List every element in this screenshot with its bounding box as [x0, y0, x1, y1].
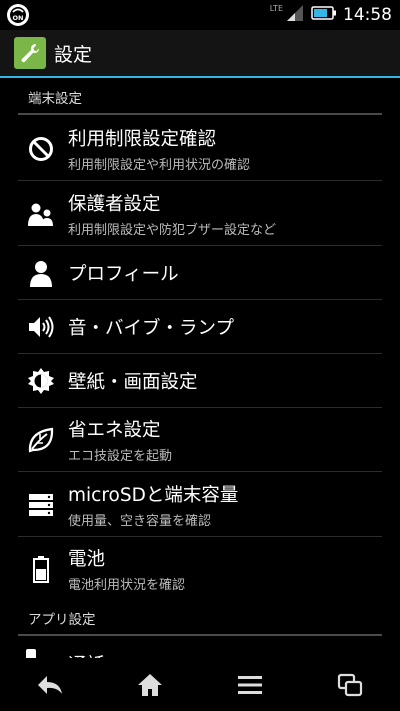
- item-title: 電池: [68, 549, 106, 570]
- item-title: 省エネ設定: [68, 420, 161, 441]
- list-item-parental-settings[interactable]: 保護者設定 利用制限設定や防犯ブザー設定など: [18, 181, 382, 246]
- recent-apps-icon: [337, 673, 363, 696]
- item-subtitle: エコ技設定を起動: [68, 449, 173, 464]
- list-item-usage-restriction[interactable]: 利用制限設定確認 利用制限設定や利用状況の確認: [18, 117, 382, 181]
- item-title: 保護者設定: [68, 194, 161, 215]
- speaker-icon: [26, 312, 56, 342]
- list-item-battery[interactable]: 電池 電池利用状況を確認: [18, 537, 382, 601]
- list-item-wallpaper-display[interactable]: 壁紙・画面設定: [18, 354, 382, 408]
- notification-icon: ON: [6, 3, 30, 27]
- menu-button[interactable]: [220, 665, 280, 705]
- list-item-sound-vibe-lamp[interactable]: 音・バイブ・ランプ: [18, 300, 382, 354]
- item-title: プロフィール: [68, 264, 179, 285]
- list-item-storage[interactable]: microSDと端末容量 使用量、空き容量を確認: [18, 472, 382, 537]
- list-item-profile[interactable]: プロフィール: [18, 246, 382, 300]
- wrench-icon[interactable]: [14, 37, 46, 69]
- action-bar: 設定: [0, 30, 400, 78]
- item-subtitle: 利用制限設定や利用状況の確認: [68, 158, 251, 173]
- status-bar: ON LTE 14:58: [0, 0, 400, 30]
- battery-icon: [26, 554, 56, 584]
- phone-icon: [26, 649, 36, 658]
- menu-icon: [238, 675, 262, 694]
- recent-apps-button[interactable]: [320, 665, 380, 705]
- page-title: 設定: [54, 43, 93, 66]
- battery-status-icon: [311, 5, 337, 25]
- home-icon: [138, 673, 162, 696]
- list-item-call-partial[interactable]: 通話: [18, 645, 382, 658]
- storage-icon: [26, 490, 56, 520]
- navigation-bar: [0, 658, 400, 711]
- item-subtitle: 電池利用状況を確認: [68, 578, 186, 593]
- notification-badge-text: ON: [13, 14, 24, 22]
- back-arrow-icon: [38, 675, 62, 694]
- item-title: microSDと端末容量: [68, 485, 239, 506]
- item-subtitle: 利用制限設定や防犯ブザー設定など: [68, 223, 277, 238]
- parent-child-icon: [26, 199, 56, 229]
- section-header-device: 端末設定: [18, 83, 382, 115]
- clock: 14:58: [343, 5, 392, 25]
- item-title: 利用制限設定確認: [68, 129, 217, 150]
- settings-screen: ON LTE 14:58 設定 端末設定 利用制限設定確認 利用制限設定や利用状…: [0, 0, 400, 711]
- home-button[interactable]: [120, 665, 180, 705]
- person-icon: [26, 258, 56, 288]
- item-subtitle: 使用量、空き容量を確認: [68, 514, 212, 529]
- item-title: 通話: [68, 651, 105, 658]
- network-type-label: LTE: [269, 3, 283, 13]
- leaf-icon: [26, 425, 56, 455]
- prohibited-icon: [26, 134, 56, 164]
- item-title: 壁紙・画面設定: [68, 372, 198, 393]
- brightness-icon: [26, 366, 56, 396]
- list-item-power-saving[interactable]: 省エネ設定 エコ技設定を起動: [18, 408, 382, 472]
- signal-icon: [285, 4, 305, 26]
- section-header-apps: アプリ設定: [18, 604, 382, 636]
- back-button[interactable]: [20, 665, 80, 705]
- item-title: 音・バイブ・ランプ: [68, 318, 234, 339]
